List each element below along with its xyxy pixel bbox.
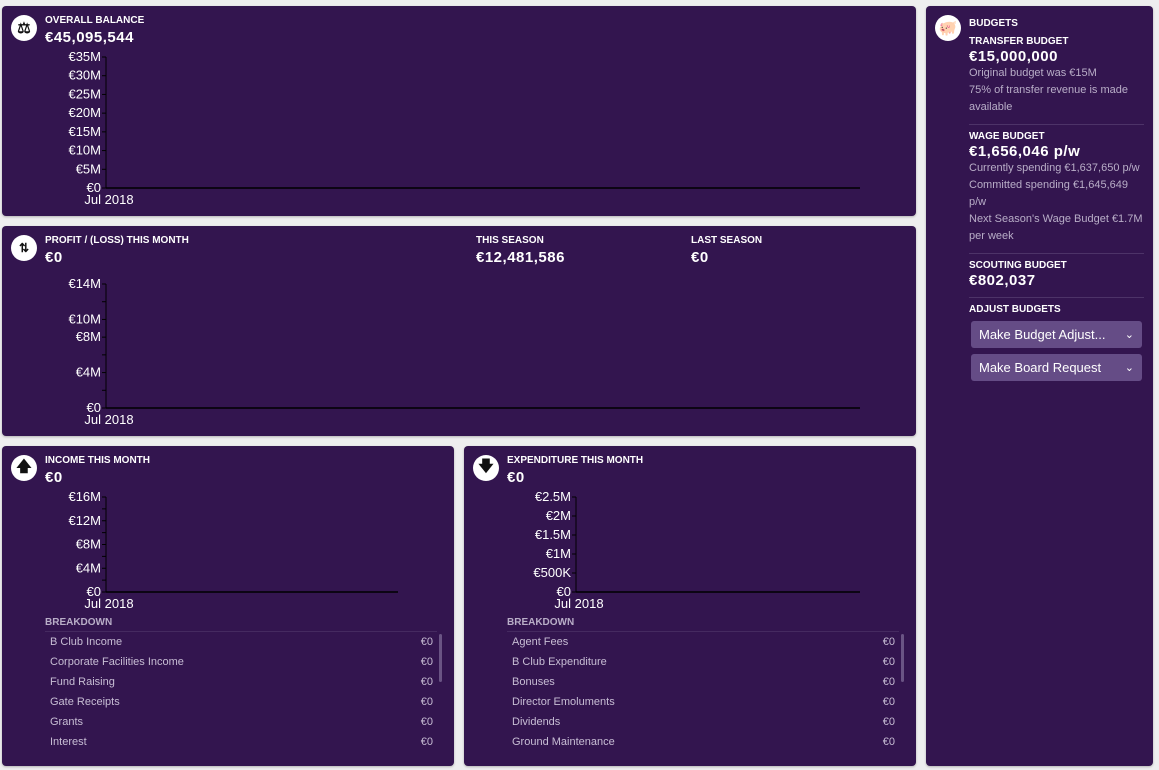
breakdown-label: Bonuses <box>512 676 555 688</box>
piggy-bank-icon: 🐖 <box>935 15 961 41</box>
y-tick-label: €35M <box>68 49 101 64</box>
breakdown-row[interactable]: Gate Receipts €0 <box>45 692 437 712</box>
x-tick-label: Jul 2018 <box>84 596 133 611</box>
y-tick-label: €5M <box>76 161 101 176</box>
y-tick-label: €16M <box>68 489 101 504</box>
breakdown-row[interactable]: Agent Fees €0 <box>507 632 899 652</box>
breakdown-label: B Club Expenditure <box>512 656 607 668</box>
breakdown-label: Grants <box>50 716 84 728</box>
transfer-budget-value: €15,000,000 <box>969 48 1058 65</box>
y-tick-label: €25M <box>68 86 101 101</box>
divider <box>969 297 1144 298</box>
y-tick-label: €2M <box>546 508 571 523</box>
y-tick-label: €10M <box>68 311 101 326</box>
budget-adjustment-dropdown[interactable]: Make Budget Adjust... ⌄ <box>971 321 1142 348</box>
y-tick-label: €10M <box>68 143 101 158</box>
x-tick-label: Jul 2018 <box>84 412 133 427</box>
breakdown-label: Fund Raising <box>50 676 115 688</box>
breakdown-value: €0 <box>882 656 895 668</box>
breakdown-value: €0 <box>420 656 433 668</box>
adjust-budgets-label: ADJUST BUDGETS <box>969 304 1061 315</box>
x-tick-label: Jul 2018 <box>84 192 133 207</box>
divider <box>969 253 1144 254</box>
chevron-down-icon: ⌄ <box>1124 329 1134 341</box>
wage-committed-spending: Committed spending €1,645,649 p/w <box>969 179 1128 208</box>
y-tick-label: €30M <box>68 68 101 83</box>
breakdown-value: €0 <box>420 716 433 728</box>
breakdown-row[interactable]: Corporate Facilities Income €0 <box>45 652 437 672</box>
transfer-budget-note: Original budget was €15M <box>969 67 1097 79</box>
expenditure-panel: 🡇 EXPENDITURE THIS MONTH €0 €0 €500K €1M €1… <box>464 446 916 766</box>
wage-current-spending: Currently spending €1,637,650 p/w <box>969 162 1140 174</box>
breakdown-row[interactable]: Dividends €0 <box>507 712 899 732</box>
y-tick-label: €1.5M <box>535 527 571 542</box>
y-tick-label: €20M <box>68 105 101 120</box>
breakdown-row[interactable]: Bonuses €0 <box>507 672 899 692</box>
dropdown-label: Make Board Request <box>979 360 1102 375</box>
breakdown-value: €0 <box>420 636 433 648</box>
y-tick-label: €15M <box>68 124 101 139</box>
y-tick-label: €500K <box>533 565 571 580</box>
budgets-panel: 🐖 BUDGETS TRANSFER BUDGET €15,000,000 Or… <box>926 6 1153 766</box>
chevron-down-icon: ⌄ <box>1124 362 1134 374</box>
y-tick-label: €4M <box>76 365 101 380</box>
income-breakdown-heading: BREAKDOWN <box>45 617 113 628</box>
transfer-budget-label: TRANSFER BUDGET <box>969 36 1069 47</box>
x-tick-label: Jul 2018 <box>554 596 603 611</box>
wage-budget-value: €1,656,046 p/w <box>969 143 1081 160</box>
breakdown-row[interactable]: B Club Income €0 <box>45 632 437 652</box>
breakdown-row[interactable]: Fund Raising €0 <box>45 672 437 692</box>
breakdown-label: Director Emoluments <box>512 696 615 708</box>
expenditure-chart: €0€500K€1M€1.5M€2M€2.5MJul 2018 <box>533 489 860 611</box>
dropdown-label: Make Budget Adjust... <box>979 327 1106 342</box>
scouting-budget-label: SCOUTING BUDGET <box>969 260 1067 271</box>
breakdown-row[interactable]: Director Emoluments €0 <box>507 692 899 712</box>
breakdown-label: B Club Income <box>50 636 123 648</box>
board-request-dropdown[interactable]: Make Board Request ⌄ <box>971 354 1142 381</box>
income-breakdown-list[interactable]: B Club Income €0 Corporate Facilities Inco… <box>45 631 437 752</box>
breakdown-value: €0 <box>882 736 895 748</box>
breakdown-label: Interest <box>50 736 87 748</box>
expenditure-breakdown-heading: BREAKDOWN <box>507 617 575 628</box>
y-tick-label: €12M <box>68 513 101 528</box>
overall-balance-panel: ⚖ OVERALL BALANCE €45,095,544 €0 €5M €10M €… <box>2 6 916 216</box>
breakdown-label: Gate Receipts <box>50 696 120 708</box>
budgets-title: BUDGETS <box>969 18 1018 29</box>
y-tick-label: €1M <box>546 546 571 561</box>
profit-loss-chart: €0€4M€8M€10M€14MJul 2018 <box>68 276 860 427</box>
next-season-wage-budget: Next Season's Wage Budget €1.7M per week <box>969 213 1143 242</box>
divider <box>969 124 1144 125</box>
transfer-revenue-note: 75% of transfer revenue is made availabl… <box>969 84 1128 113</box>
income-chart: €0€4M€8M€12M€16MJul 2018 <box>68 489 398 611</box>
breakdown-value: €0 <box>882 676 895 688</box>
breakdown-row[interactable]: Grants €0 <box>45 712 437 732</box>
breakdown-value: €0 <box>882 696 895 708</box>
breakdown-label: Agent Fees <box>512 636 569 648</box>
breakdown-row[interactable]: Interest €0 <box>45 732 437 752</box>
y-tick-label: €8M <box>76 537 101 552</box>
expenditure-breakdown-list[interactable]: Agent Fees €0 B Club Expenditure €0 Bonuses €… <box>507 631 899 752</box>
y-tick-label: €2.5M <box>535 489 571 504</box>
y-tick-label: €4M <box>76 560 101 575</box>
breakdown-value: €0 <box>420 736 433 748</box>
y-tick-label: €14M <box>68 276 101 291</box>
income-panel: 🡅 INCOME THIS MONTH €0 €0 €4M €8M €12M €16M J… <box>2 446 454 766</box>
scouting-budget-value: €802,037 <box>969 272 1036 289</box>
breakdown-row[interactable]: B Club Expenditure €0 <box>507 652 899 672</box>
overall-balance-chart: €0€5M€10M€15M€20M€25M€30M€35MJul 2018 <box>68 49 860 207</box>
breakdown-value: €0 <box>420 676 433 688</box>
profit-loss-panel: ⇅ PROFIT / (LOSS) THIS MONTH €0 THIS SEA… <box>2 226 916 436</box>
breakdown-value: €0 <box>420 696 433 708</box>
expenditure-breakdown-scrollbar[interactable] <box>901 634 904 682</box>
breakdown-value: €0 <box>882 716 895 728</box>
breakdown-label: Corporate Facilities Income <box>50 656 184 668</box>
breakdown-label: Dividends <box>512 716 561 728</box>
income-breakdown-scrollbar[interactable] <box>439 634 442 682</box>
breakdown-value: €0 <box>882 636 895 648</box>
breakdown-label: Ground Maintenance <box>512 736 615 748</box>
breakdown-row[interactable]: Ground Maintenance €0 <box>507 732 899 752</box>
wage-budget-label: WAGE BUDGET <box>969 131 1045 142</box>
y-tick-label: €8M <box>76 329 101 344</box>
